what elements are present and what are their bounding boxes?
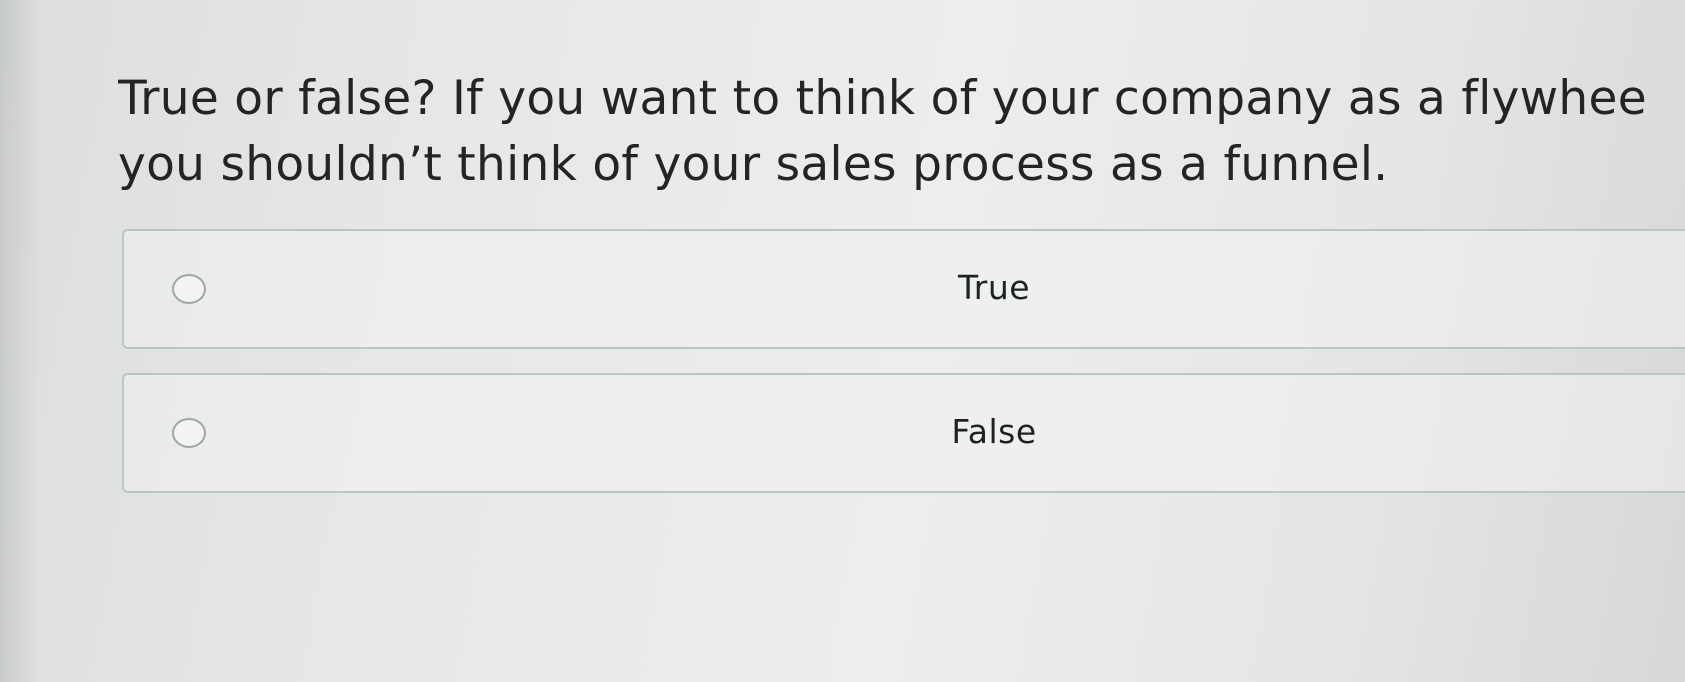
option-false-label: False (951, 412, 1037, 451)
question-text: True or false? If you want to think of y… (118, 66, 1685, 198)
question-line-1: True or false? If you want to think of y… (118, 71, 1647, 126)
option-true[interactable]: True (122, 229, 1685, 349)
option-true-label: True (957, 268, 1031, 307)
option-false[interactable]: False (122, 373, 1685, 493)
question-line-2: you shouldn’t think of your sales proces… (118, 137, 1389, 192)
screen-edge-shadow (0, 0, 40, 682)
